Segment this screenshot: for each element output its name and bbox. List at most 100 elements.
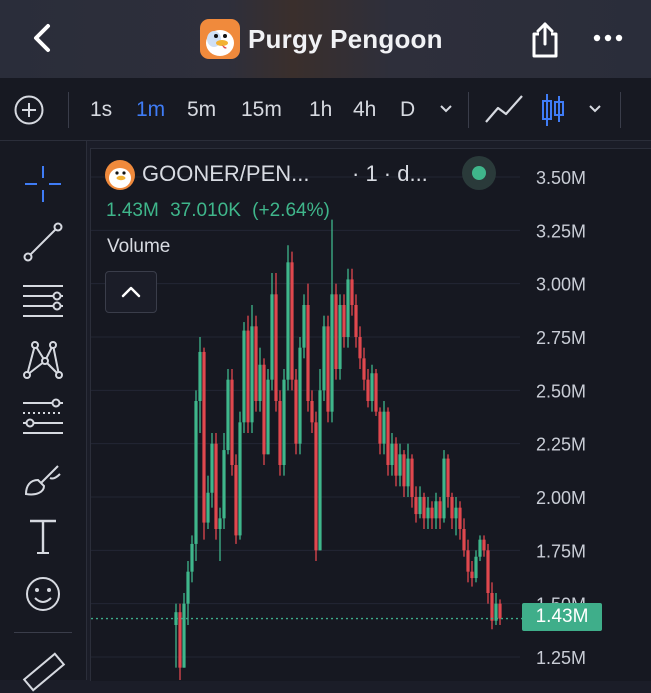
candle-body <box>446 458 450 497</box>
candle-body <box>498 603 502 619</box>
candle-body <box>474 556 478 579</box>
legend-change: 37.010K <box>170 200 241 221</box>
candle-body <box>406 458 410 487</box>
candle-body <box>442 458 446 519</box>
candle-body <box>178 612 182 668</box>
candle-body <box>218 518 222 529</box>
candle-body <box>422 497 426 519</box>
live-status-indicator <box>462 156 496 190</box>
candle-body <box>210 443 214 493</box>
candle-body <box>426 507 430 519</box>
candle-body <box>418 497 422 515</box>
candle-body <box>186 571 190 604</box>
price-axis-label: 3.25M <box>536 221 586 241</box>
candle-body <box>198 351 202 401</box>
candle-body <box>190 543 194 572</box>
candle-body <box>194 401 198 544</box>
candle-body <box>402 454 406 487</box>
price-axis-label: 3.00M <box>536 275 586 295</box>
candle-body <box>342 305 346 337</box>
price-legend: 1.43M 37.010K (+2.64%) <box>106 200 336 222</box>
candle-body <box>250 326 254 423</box>
candle-body <box>294 379 298 444</box>
candle-body <box>394 443 398 476</box>
candle-body <box>374 373 378 412</box>
interval-label: · 1 · d... <box>352 161 428 186</box>
current-price-tag: 1.43M <box>522 603 602 631</box>
candle-body <box>370 373 374 401</box>
candle-body <box>458 507 462 529</box>
candle-body <box>302 305 306 348</box>
candle-body <box>262 364 266 455</box>
candle-body <box>274 294 278 401</box>
candle-body <box>482 539 486 551</box>
symbol-label[interactable]: GOONER/PEN... <box>142 161 309 187</box>
legend-price: 1.43M <box>106 200 159 221</box>
candle-body <box>242 330 246 423</box>
volume-label: Volume <box>107 236 171 257</box>
candle-body <box>202 351 206 523</box>
candle-body <box>490 593 494 621</box>
legend-change-pct: (+2.64%) <box>252 200 330 221</box>
candle-body <box>234 465 238 536</box>
candle-body <box>414 497 418 515</box>
candles-group <box>174 219 502 680</box>
candle-body <box>310 401 314 423</box>
candle-body <box>230 379 234 465</box>
candle-body <box>346 279 350 337</box>
candle-body <box>354 305 358 337</box>
candle-body <box>286 262 290 380</box>
token-logo-icon <box>105 160 135 190</box>
price-axis-label: 2.75M <box>536 328 586 348</box>
candle-body <box>306 305 310 401</box>
price-axis-label: 2.50M <box>536 381 586 401</box>
candle-body <box>470 571 474 579</box>
candle-body <box>378 411 382 444</box>
candle-body <box>338 305 342 369</box>
candle-body <box>226 379 230 451</box>
candle-body <box>322 326 326 391</box>
candle-body <box>254 326 258 401</box>
price-axis-label: 2.00M <box>536 488 586 508</box>
candle-body <box>358 337 362 359</box>
candle-body <box>366 379 370 401</box>
candle-body <box>350 279 354 305</box>
price-axis-label: 3.50M <box>536 168 586 188</box>
price-axis-label: 2.25M <box>536 435 586 455</box>
price-axis-label: 1.25M <box>536 648 586 668</box>
candle-body <box>454 507 458 519</box>
candle-body <box>462 529 466 551</box>
candle-body <box>466 550 470 572</box>
candle-body <box>362 358 366 380</box>
chevron-up-icon <box>121 286 141 298</box>
candle-body <box>318 390 322 551</box>
candle-body <box>266 379 270 455</box>
candle-body <box>270 294 274 380</box>
candle-body <box>398 454 402 476</box>
candle-body <box>246 330 250 423</box>
candle-body <box>282 379 286 465</box>
candle-body <box>278 401 282 465</box>
candle-body <box>382 411 386 444</box>
candle-body <box>182 603 186 668</box>
candle-body <box>438 501 442 519</box>
price-axis-label: 1.75M <box>536 541 586 561</box>
candle-body <box>214 443 218 529</box>
candle-body <box>410 458 414 497</box>
candle-body <box>314 422 318 551</box>
candle-body <box>478 539 482 557</box>
collapse-legend-button[interactable] <box>105 271 157 313</box>
candlestick-chart[interactable]: 3.50M 3.25M 3.00M 2.75M 2.50M 2.25M 2.00M 1.75M… <box>0 0 651 680</box>
candle-body <box>298 347 302 444</box>
candle-body <box>334 294 338 369</box>
candle-body <box>486 550 490 593</box>
candle-body <box>430 507 434 519</box>
candle-body <box>330 294 334 412</box>
candle-body <box>450 497 454 519</box>
candle-body <box>238 422 242 536</box>
candle-body <box>258 364 262 401</box>
candle-body <box>434 501 438 519</box>
candle-body <box>206 492 210 523</box>
candle-body <box>222 450 226 519</box>
candle-body <box>326 326 330 412</box>
